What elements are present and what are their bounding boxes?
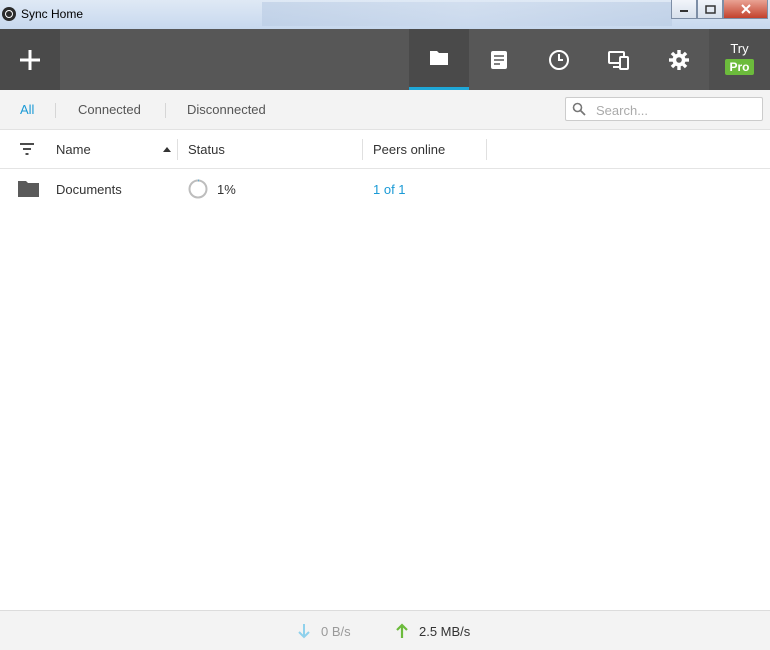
column-header-status[interactable]: Status <box>188 142 225 157</box>
tab-preferences[interactable] <box>649 29 709 90</box>
folder-name: Documents <box>56 182 122 197</box>
search-input[interactable] <box>594 100 758 120</box>
divider <box>165 103 166 118</box>
pro-badge: Pro <box>725 59 754 75</box>
column-header-peers[interactable]: Peers online <box>373 142 445 157</box>
plus-icon <box>20 49 40 70</box>
window-title: Sync Home <box>21 7 84 21</box>
table-row[interactable]: Documents 1% 1 of 1 <box>0 169 770 211</box>
minimize-icon <box>680 10 688 12</box>
main-toolbar: Try Pro <box>0 29 770 90</box>
filter-tab-connected[interactable]: Connected <box>78 102 141 117</box>
tab-devices[interactable] <box>589 29 649 90</box>
maximize-button[interactable] <box>697 0 723 19</box>
column-divider[interactable] <box>486 139 487 160</box>
search-box <box>565 97 763 121</box>
status-bar: 0 B/s 2.5 MB/s <box>0 610 770 650</box>
table-header: Name Status Peers online <box>0 130 770 169</box>
tab-folders[interactable] <box>409 29 469 90</box>
tab-history[interactable] <box>469 29 529 90</box>
gear-icon <box>669 49 689 70</box>
add-folder-button[interactable] <box>0 29 60 90</box>
download-arrow-icon <box>298 624 310 639</box>
close-button[interactable] <box>723 0 768 19</box>
divider <box>55 103 56 118</box>
titlebar-background <box>262 2 672 26</box>
restore-icon <box>704 4 716 14</box>
filter-tab-all[interactable]: All <box>20 102 34 117</box>
window-titlebar: Sync Home <box>0 0 770 30</box>
close-icon <box>740 4 751 14</box>
search-icon <box>572 102 586 116</box>
column-divider[interactable] <box>362 139 363 160</box>
try-label: Try <box>730 41 749 56</box>
peers-online-link[interactable]: 1 of 1 <box>373 182 406 197</box>
try-pro-button[interactable]: Try Pro <box>709 29 770 90</box>
minimize-button[interactable] <box>671 0 697 19</box>
app-logo-icon <box>2 7 16 21</box>
upload-rate: 2.5 MB/s <box>419 624 471 639</box>
filter-bar: All Connected Disconnected <box>0 90 770 130</box>
folder-status: 1% <box>217 182 236 197</box>
tab-transfers[interactable] <box>529 29 589 90</box>
sort-ascending-icon <box>163 147 171 152</box>
clock-icon <box>549 49 569 70</box>
filter-tab-disconnected[interactable]: Disconnected <box>187 102 266 117</box>
folder-icon <box>18 181 39 197</box>
window-controls <box>671 0 768 19</box>
upload-arrow-icon <box>396 623 408 638</box>
column-divider[interactable] <box>177 139 178 160</box>
document-icon <box>491 50 507 69</box>
column-header-name[interactable]: Name <box>56 142 91 157</box>
download-rate: 0 B/s <box>321 624 351 639</box>
folder-icon <box>430 51 448 65</box>
devices-icon <box>608 50 629 70</box>
filter-icon[interactable] <box>19 142 35 156</box>
sync-progress-icon <box>188 179 208 199</box>
